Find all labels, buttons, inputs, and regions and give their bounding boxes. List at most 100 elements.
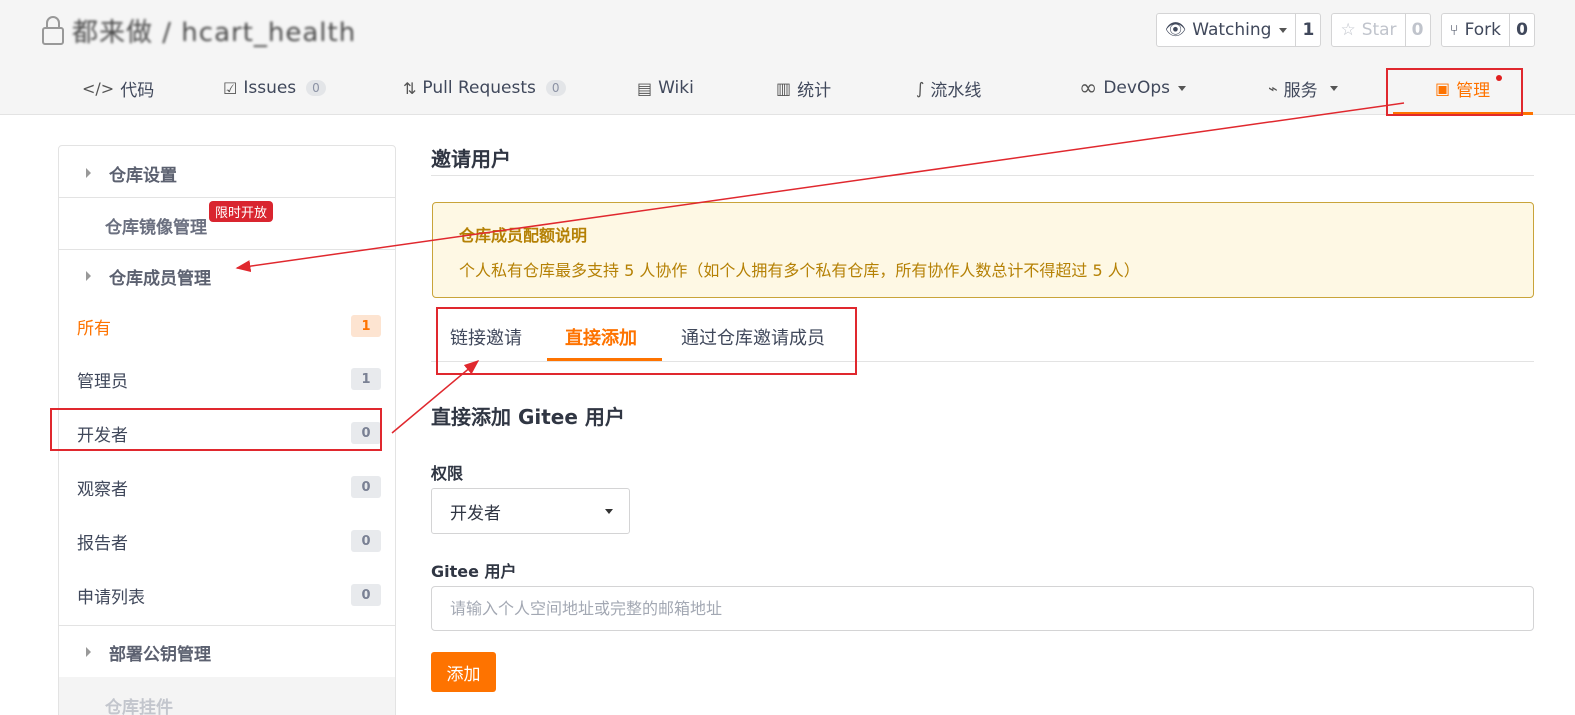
fork-button[interactable]: ⑂ Fork 0 [1440, 13, 1535, 47]
sidebar-item-label: 仓库挂件 [105, 698, 173, 715]
book-icon: ▤ [637, 78, 653, 98]
sidebar-section-members[interactable]: 仓库成员管理 [59, 263, 395, 289]
page-title: 邀请用户 [431, 147, 511, 171]
tab-pipeline-label: 流水线 [930, 80, 982, 101]
sidebar-item-label: 开发者 [77, 425, 128, 446]
infinity-icon: ∞ [1079, 75, 1098, 101]
active-tab-indicator [1393, 112, 1533, 115]
code-icon: </> [82, 78, 115, 98]
sidebar-item-plugins[interactable]: 仓库挂件 [59, 677, 395, 715]
permission-value: 开发者 [450, 503, 501, 524]
tab-code[interactable]: </> 代码 [82, 62, 154, 114]
divider [431, 361, 1534, 362]
sidebar-item-label: 观察者 [77, 479, 128, 500]
divider [59, 197, 395, 198]
sidebar-item-all[interactable]: 所有 1 [77, 311, 381, 341]
sidebar-section-label: 仓库设置 [109, 165, 177, 186]
lock-icon [42, 15, 64, 45]
count-badge: 1 [351, 315, 381, 337]
tab-invite-via-repo[interactable]: 通过仓库邀请成员 [681, 324, 825, 350]
star-button[interactable]: ☆ Star 0 [1331, 13, 1431, 47]
sidebar-item-reporter[interactable]: 报告者 0 [77, 526, 381, 556]
sidebar-item-label: 管理员 [77, 371, 128, 392]
divider [59, 625, 395, 626]
fork-count[interactable]: 0 [1510, 14, 1534, 46]
sidebar-item-requests[interactable]: 申请列表 0 [77, 580, 381, 610]
document-settings-icon: ▣ [1435, 78, 1451, 98]
quota-notice: 仓库成员配额说明 个人私有仓库最多支持 5 人协作（如个人拥有多个私有仓库，所有… [432, 202, 1534, 298]
repo-name[interactable]: 都来做 / hcart_health [72, 12, 356, 49]
star-icon: ☆ [1340, 20, 1356, 40]
sidebar-section-label: 部署公钥管理 [109, 644, 211, 665]
tab-direct-add[interactable]: 直接添加 [565, 324, 637, 350]
pulls-count-badge: 0 [545, 80, 566, 96]
bar-chart-icon: ▥ [776, 78, 792, 98]
tab-stats[interactable]: ▥ 统计 [776, 62, 831, 114]
caret-right-icon [86, 271, 91, 281]
watch-button[interactable]: 👁 Watching 1 [1155, 13, 1322, 47]
issues-count-badge: 0 [306, 80, 326, 96]
sidebar-item-admin[interactable]: 管理员 1 [77, 364, 381, 394]
star-count[interactable]: 0 [1406, 14, 1430, 46]
star-label: Star [1361, 20, 1397, 40]
pipeline-icon: ∫ [916, 78, 925, 98]
active-tab-indicator [547, 358, 662, 361]
tab-issues[interactable]: ☑ Issues 0 [223, 62, 326, 114]
sidebar-item-label: 所有 [77, 318, 111, 339]
caret-right-icon [86, 168, 91, 178]
pull-request-icon: ⇅ [403, 78, 417, 98]
tab-pulls-label: Pull Requests [422, 78, 536, 98]
sidebar-section-repo-settings[interactable]: 仓库设置 [59, 160, 395, 186]
notice-body: 个人私有仓库最多支持 5 人协作（如个人拥有多个私有仓库，所有协作人数总计不得超… [459, 261, 1140, 280]
gitee-user-input[interactable] [431, 586, 1534, 631]
tab-issues-label: Issues [243, 78, 297, 98]
repo-nav: </> 代码 ☑ Issues 0 ⇅ Pull Requests 0 ▤ Wi… [0, 62, 1575, 114]
eye-icon: 👁 [1164, 20, 1187, 40]
form-title: 直接添加 Gitee 用户 [431, 405, 625, 429]
count-badge: 0 [351, 530, 381, 552]
sidebar-section-deploy-keys[interactable]: 部署公钥管理 [59, 639, 395, 665]
tab-code-label: 代码 [120, 80, 155, 101]
tab-wiki[interactable]: ▤ Wiki [637, 62, 694, 114]
tab-pull-requests[interactable]: ⇅ Pull Requests 0 [403, 62, 566, 114]
count-badge: 1 [351, 368, 381, 390]
add-button[interactable]: 添加 [431, 652, 496, 692]
watch-count[interactable]: 1 [1296, 14, 1320, 46]
notice-title: 仓库成员配额说明 [459, 226, 588, 245]
tab-service[interactable]: ⌁ 服务 [1268, 62, 1338, 114]
pulse-icon: ⌁ [1268, 78, 1278, 98]
tab-service-label: 服务 [1283, 80, 1318, 101]
tab-link-invite[interactable]: 链接邀请 [450, 324, 522, 350]
repo-header: 都来做 / hcart_health 👁 Watching 1 ☆ Star 0… [0, 0, 1575, 115]
gitee-user-label: Gitee 用户 [431, 562, 517, 581]
count-badge: 0 [351, 422, 381, 444]
repo-actions: 👁 Watching 1 ☆ Star 0 ⑂ Fork 0 [1155, 13, 1535, 47]
limited-time-badge: 限时开放 [209, 201, 274, 222]
permission-select[interactable]: 开发者 [431, 488, 630, 534]
caret-right-icon [86, 647, 91, 657]
sidebar-item-label: 报告者 [77, 533, 128, 554]
caret-down-icon [605, 509, 613, 514]
repo-title: 都来做 / hcart_health [42, 12, 356, 48]
fork-icon: ⑂ [1449, 21, 1459, 39]
caret-down-icon [1329, 85, 1338, 91]
notification-dot [1496, 75, 1502, 81]
divider [59, 249, 395, 250]
issues-icon: ☑ [223, 78, 238, 98]
tab-pipeline[interactable]: ∫ 流水线 [916, 62, 981, 114]
tab-devops-label: DevOps [1103, 78, 1170, 98]
count-badge: 0 [351, 476, 381, 498]
sidebar-item-developer[interactable]: 开发者 0 [77, 418, 381, 448]
count-badge: 0 [351, 584, 381, 606]
watch-label: Watching [1192, 20, 1272, 40]
tab-wiki-label: Wiki [658, 78, 694, 98]
tab-manage-label: 管理 [1456, 80, 1491, 101]
sidebar-section-label: 仓库成员管理 [109, 268, 211, 289]
fork-label: Fork [1464, 20, 1501, 40]
settings-sidebar: 仓库设置 仓库镜像管理 仓库成员管理 所有 1 管理员 1 开发者 0 观察者 … [58, 145, 396, 715]
tab-devops[interactable]: ∞ DevOps [1079, 62, 1186, 114]
tab-manage[interactable]: ▣ 管理 [1435, 62, 1490, 114]
sidebar-item-label: 申请列表 [77, 587, 145, 608]
sidebar-item-observer[interactable]: 观察者 0 [77, 472, 381, 502]
sidebar-item-mirror[interactable]: 仓库镜像管理 [105, 213, 207, 238]
